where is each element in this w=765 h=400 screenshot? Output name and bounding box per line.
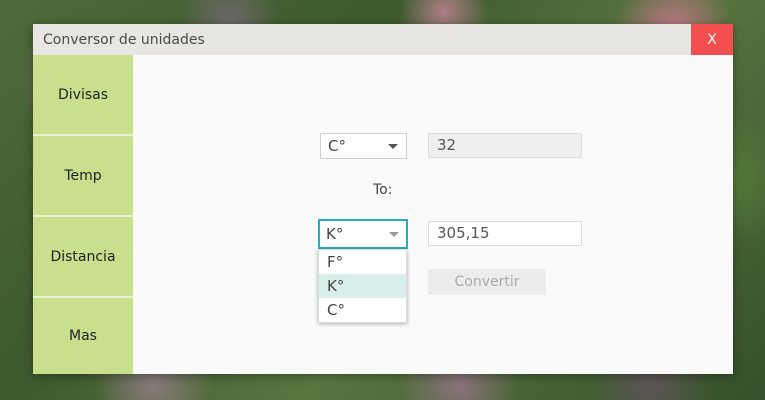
converter-panel: C° 32 To: K° 305,15 Convertir F° K° C° xyxy=(133,55,733,374)
sidebar-item-temp[interactable]: Temp xyxy=(33,136,133,215)
chevron-down-icon xyxy=(388,144,398,149)
from-value-field[interactable]: 32 xyxy=(428,133,582,158)
unit-option-fahrenheit[interactable]: F° xyxy=(319,250,406,274)
sidebar-item-divisas[interactable]: Divisas xyxy=(33,55,133,134)
chevron-down-icon xyxy=(389,232,399,237)
title-bar[interactable]: Conversor de unidades X xyxy=(33,24,733,55)
to-unit-value: K° xyxy=(326,225,344,243)
to-label: To: xyxy=(373,182,393,198)
sidebar: Divisas Temp Distancia Mas xyxy=(33,55,133,374)
unit-dropdown-menu: F° K° C° xyxy=(318,249,407,323)
to-unit-select[interactable]: K° xyxy=(318,219,408,249)
converter-window: Conversor de unidades X Divisas Temp Dis… xyxy=(33,24,733,374)
close-button[interactable]: X xyxy=(691,24,733,55)
from-unit-select[interactable]: C° xyxy=(320,133,407,159)
unit-option-kelvin[interactable]: K° xyxy=(319,274,406,298)
window-title: Conversor de unidades xyxy=(43,32,205,48)
sidebar-item-mas[interactable]: Mas xyxy=(33,298,133,374)
unit-option-celsius[interactable]: C° xyxy=(319,298,406,322)
from-unit-value: C° xyxy=(328,137,346,155)
convert-button[interactable]: Convertir xyxy=(428,269,546,295)
sidebar-item-distancia[interactable]: Distancia xyxy=(33,217,133,296)
to-value-field[interactable]: 305,15 xyxy=(428,221,582,246)
